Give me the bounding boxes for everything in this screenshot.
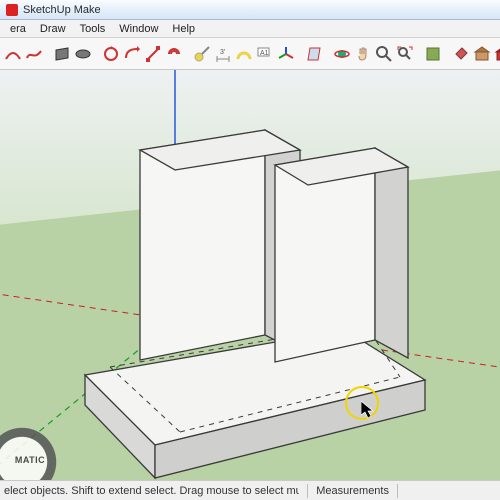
freehand-tool-icon[interactable] [24, 42, 44, 66]
measurements-label: Measurements [316, 485, 389, 497]
3d-warehouse-tool-icon[interactable] [472, 42, 492, 66]
zoom-extents-tool-icon[interactable] [395, 42, 415, 66]
extension-warehouse-tool-icon[interactable] [493, 42, 500, 66]
axes-tool-icon[interactable] [276, 42, 296, 66]
rotate-tool-icon[interactable] [101, 42, 121, 66]
follow-me-tool-icon[interactable] [122, 42, 142, 66]
window-title: SketchUp Make [23, 4, 101, 16]
scale-tool-icon[interactable] [143, 42, 163, 66]
previous-view-tool-icon[interactable] [423, 42, 443, 66]
menu-item[interactable]: Draw [34, 22, 72, 36]
rectangle-tool-icon[interactable] [52, 42, 72, 66]
app-icon [6, 4, 18, 16]
toolbar: 3' A1 [0, 38, 500, 70]
protractor-tool-icon[interactable] [234, 42, 254, 66]
scene-svg [0, 70, 500, 480]
zoom-tool-icon[interactable] [374, 42, 394, 66]
dimension-tool-icon[interactable]: 3' [213, 42, 233, 66]
section-plane-tool-icon[interactable] [304, 42, 324, 66]
orbit-tool-icon[interactable] [332, 42, 352, 66]
svg-text:3': 3' [220, 49, 225, 56]
arc-tool-icon[interactable] [3, 42, 23, 66]
circle-tool-icon[interactable] [73, 42, 93, 66]
menu-bar: era Draw Tools Window Help [0, 20, 500, 38]
menu-item[interactable]: Help [166, 22, 201, 36]
menu-item[interactable]: Tools [74, 22, 112, 36]
menu-item[interactable]: Window [113, 22, 164, 36]
pan-tool-icon[interactable] [353, 42, 373, 66]
paint-bucket-tool-icon[interactable] [451, 42, 471, 66]
menu-item[interactable]: era [4, 22, 32, 36]
status-separator [397, 484, 398, 498]
status-separator [307, 484, 308, 498]
offset-tool-icon[interactable] [164, 42, 184, 66]
window-titlebar: SketchUp Make [0, 0, 500, 20]
status-bar: elect objects. Shift to extend select. D… [0, 480, 500, 500]
3d-viewport[interactable]: MATIC [0, 70, 500, 480]
svg-text:A1: A1 [260, 50, 269, 57]
tape-measure-tool-icon[interactable] [192, 42, 212, 66]
text-tool-icon[interactable]: A1 [255, 42, 275, 66]
status-hint: elect objects. Shift to extend select. D… [4, 485, 299, 497]
